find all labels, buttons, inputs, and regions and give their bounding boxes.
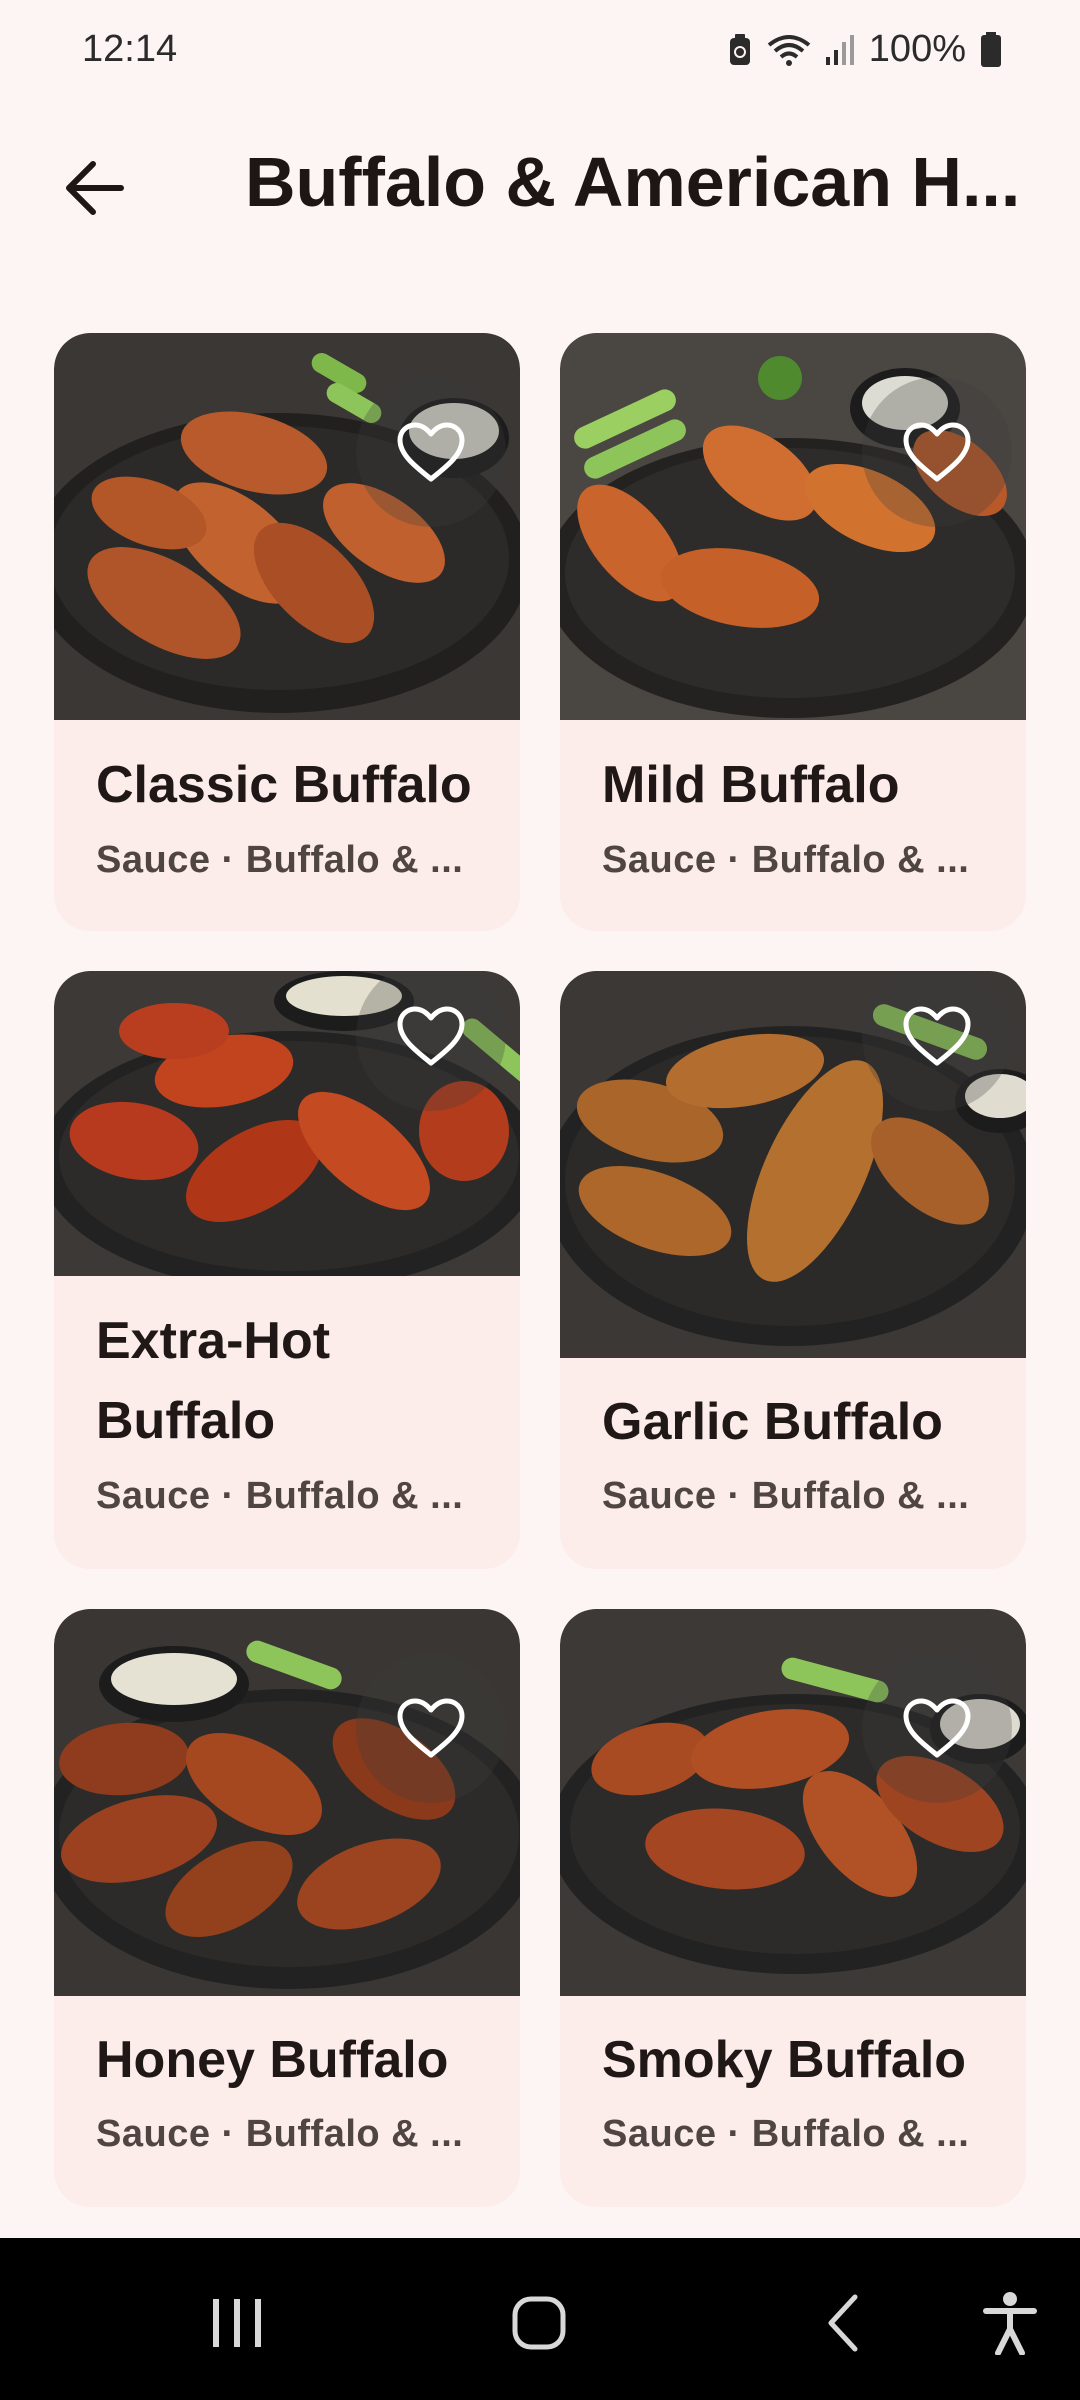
status-bar: 12:14 100% — [0, 0, 1080, 108]
card-title: Smoky Buffalo — [602, 2031, 967, 2089]
back-button[interactable] — [55, 148, 135, 228]
wifi-icon — [767, 34, 811, 66]
card-subtitle: Sauce · Buffalo & ... — [96, 1475, 464, 1517]
card-subtitle: Sauce · Buffalo & ... — [602, 839, 970, 881]
status-time: 12:14 — [82, 28, 178, 70]
card-title: Honey Buffalo — [96, 2031, 449, 2089]
home-icon — [512, 2296, 566, 2350]
card-smoky-buffalo[interactable]: Smoky Buffalo Sauce · Buffalo & ... — [560, 1609, 1026, 2207]
heart-outline-icon — [397, 422, 465, 482]
card-garlic-buffalo[interactable]: Garlic Buffalo Sauce · Buffalo & ... — [560, 971, 1026, 1569]
nav-back-button[interactable] — [798, 2278, 888, 2368]
signal-icon — [825, 34, 854, 65]
favorite-button[interactable] — [356, 1653, 506, 1803]
heart-outline-icon — [903, 1006, 971, 1066]
favorite-button[interactable] — [862, 1653, 1012, 1803]
app-bar: Buffalo & American H... — [0, 108, 1080, 258]
card-title: Classic Buffalo — [96, 756, 472, 814]
card-mild-buffalo[interactable]: Mild Buffalo Sauce · Buffalo & ... — [560, 333, 1026, 931]
page-title: Buffalo & American H... — [245, 143, 1021, 221]
card-title: Mild Buffalo — [602, 756, 900, 814]
battery-percent: 100% — [868, 28, 966, 70]
card-subtitle: Sauce · Buffalo & ... — [96, 2113, 464, 2155]
card-subtitle: Sauce · Buffalo & ... — [602, 2113, 970, 2155]
nav-recents-button[interactable] — [192, 2278, 282, 2368]
heart-outline-icon — [397, 1006, 465, 1066]
accessibility-button[interactable] — [965, 2278, 1055, 2368]
card-title: Garlic Buffalo — [602, 1393, 943, 1451]
system-nav-bar — [0, 2238, 1080, 2400]
battery-icon — [981, 31, 1001, 67]
heart-outline-icon — [903, 422, 971, 482]
card-classic-buffalo[interactable]: Classic Buffalo Sauce · Buffalo & ... — [54, 333, 520, 931]
card-title: Extra-Hot Buffalo — [96, 1312, 331, 1450]
nav-home-button[interactable] — [494, 2278, 584, 2368]
heart-outline-icon — [397, 1698, 465, 1758]
favorite-button[interactable] — [356, 377, 506, 527]
status-icons: 100% — [727, 28, 1002, 71]
back-chevron-icon — [828, 2294, 858, 2352]
card-extra-hot-buffalo[interactable]: Extra-Hot Buffalo Sauce · Buffalo & ... — [54, 971, 520, 1569]
recycle-battery-icon — [729, 33, 750, 65]
card-subtitle: Sauce · Buffalo & ... — [602, 1475, 970, 1517]
favorite-button[interactable] — [862, 377, 1012, 527]
recents-icon — [213, 2299, 261, 2347]
heart-outline-icon — [903, 1698, 971, 1758]
arrow-left-icon — [66, 161, 124, 215]
card-honey-buffalo[interactable]: Honey Buffalo Sauce · Buffalo & ... — [54, 1609, 520, 2207]
accessibility-icon — [983, 2292, 1037, 2355]
card-subtitle: Sauce · Buffalo & ... — [96, 839, 464, 881]
